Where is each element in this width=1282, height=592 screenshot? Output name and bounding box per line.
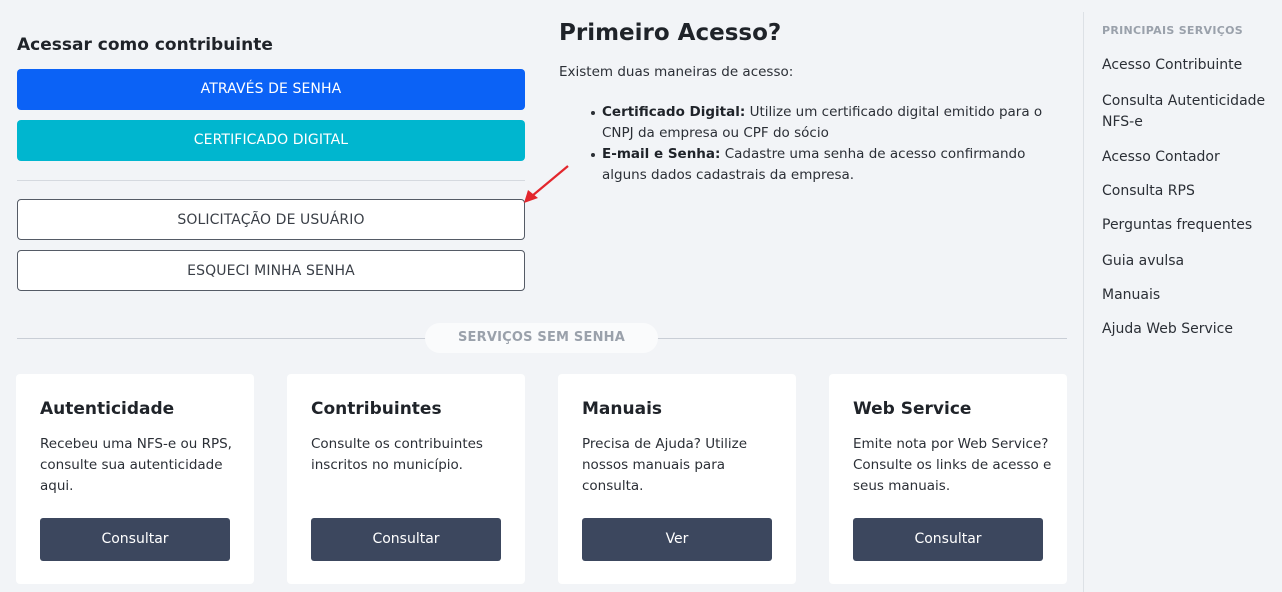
solicitacao-usuario-button[interactable]: SOLICITAÇÃO DE USUÁRIO <box>17 199 525 240</box>
item-label: E-mail e Senha: <box>602 146 721 162</box>
card-title: Web Service <box>853 399 972 419</box>
red-arrow-icon <box>524 165 569 203</box>
card-description: Consulte os contribuintes inscritos no m… <box>311 436 483 473</box>
card-description: Recebeu uma NFS-e ou RPS, consulte sua a… <box>40 436 232 494</box>
autenticidade-consultar-button[interactable]: Consultar <box>40 518 230 561</box>
manuais-ver-button[interactable]: Ver <box>582 518 772 561</box>
contribuintes-consultar-button[interactable]: Consultar <box>311 518 501 561</box>
senha-login-button[interactable]: ATRAVÉS DE SENHA <box>17 69 525 110</box>
card-title: Contribuintes <box>311 399 442 419</box>
primeiro-acesso-item: Certificado Digital: Utilize um certific… <box>590 102 1060 144</box>
card-description: Emite nota por Web Service? Consulte os … <box>853 436 1052 494</box>
sidebar-title: PRINCIPAIS SERVIÇOS <box>1102 24 1243 37</box>
sidebar-item-consulta-autenticidade[interactable]: Consulta Autenticidade NFS-e <box>1102 91 1277 133</box>
card-title: Autenticidade <box>40 399 175 419</box>
card-web-service: Web Service Emite nota por Web Service? … <box>829 374 1067 584</box>
servicos-sem-senha-label: SERVIÇOS SEM SENHA <box>425 323 658 353</box>
sidebar-item-guia-avulsa[interactable]: Guia avulsa <box>1102 251 1277 272</box>
primeiro-acesso-list: Certificado Digital: Utilize um certific… <box>590 102 1060 186</box>
card-description: Precisa de Ajuda? Utilize nossos manuais… <box>582 436 748 494</box>
section-divider-right <box>657 338 1067 339</box>
sidebar: PRINCIPAIS SERVIÇOS Acesso Contribuinte … <box>1083 12 1282 592</box>
sidebar-item-perguntas-frequentes[interactable]: Perguntas frequentes <box>1102 215 1277 236</box>
card-contribuintes: Contribuintes Consulte os contribuintes … <box>287 374 525 584</box>
login-divider <box>17 180 525 181</box>
primeiro-acesso-item: E-mail e Senha: Cadastre uma senha de ac… <box>590 144 1060 186</box>
login-title: Acessar como contribuinte <box>17 35 273 55</box>
card-title: Manuais <box>582 399 663 419</box>
primeiro-acesso-intro: Existem duas maneiras de acesso: <box>559 64 794 80</box>
card-manuais: Manuais Precisa de Ajuda? Utilize nossos… <box>558 374 796 584</box>
certificado-digital-button[interactable]: CERTIFICADO DIGITAL <box>17 120 525 161</box>
section-divider-left <box>17 338 427 339</box>
sidebar-item-manuais[interactable]: Manuais <box>1102 285 1277 306</box>
primeiro-acesso-title: Primeiro Acesso? <box>559 20 782 46</box>
sidebar-item-consulta-rps[interactable]: Consulta RPS <box>1102 181 1277 202</box>
item-label: Certificado Digital: <box>602 104 746 120</box>
sidebar-item-ajuda-web-service[interactable]: Ajuda Web Service <box>1102 319 1277 340</box>
card-autenticidade: Autenticidade Recebeu uma NFS-e ou RPS, … <box>16 374 254 584</box>
esqueci-senha-button[interactable]: ESQUECI MINHA SENHA <box>17 250 525 291</box>
sidebar-item-acesso-contador[interactable]: Acesso Contador <box>1102 147 1277 168</box>
sidebar-item-acesso-contribuinte[interactable]: Acesso Contribuinte <box>1102 55 1277 76</box>
web-service-consultar-button[interactable]: Consultar <box>853 518 1043 561</box>
